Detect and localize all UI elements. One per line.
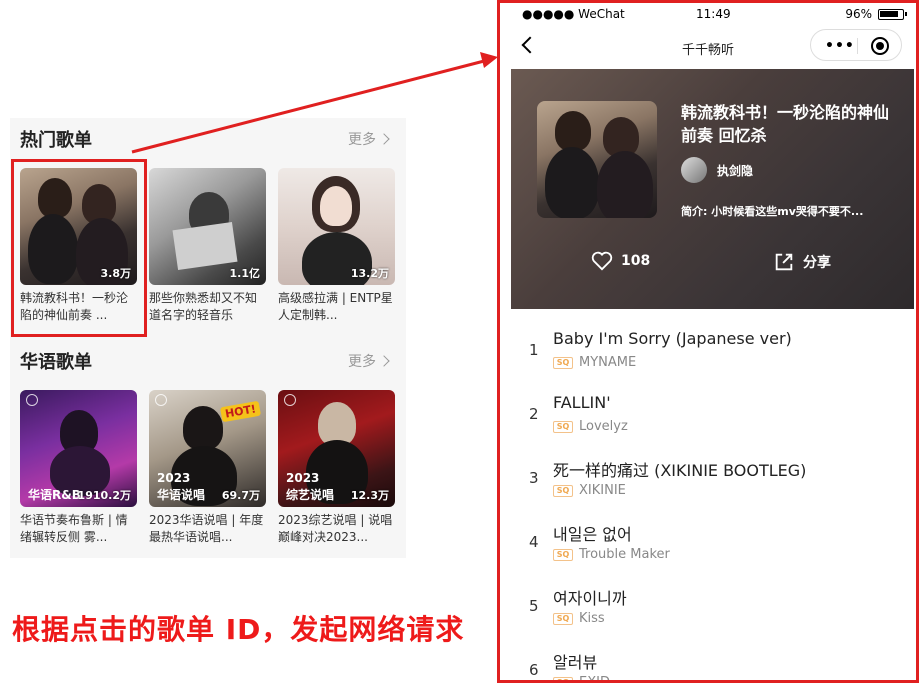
song-title: 여자이니까	[553, 589, 627, 608]
sq-badge: SQ	[553, 357, 573, 369]
more-dots-icon[interactable]: •••	[825, 38, 855, 54]
like-button[interactable]: 108	[591, 251, 650, 271]
share-button[interactable]: 分享	[773, 251, 831, 273]
hero-cover	[537, 101, 657, 218]
status-bar: ●●●●● WeChat 11:49 96%	[500, 3, 916, 25]
song-title: FALLIN'	[553, 393, 611, 412]
close-target-icon[interactable]	[871, 37, 889, 55]
song-index: 2	[529, 405, 539, 423]
song-index: 4	[529, 533, 539, 551]
battery-icon	[878, 9, 907, 20]
song-artist: Lovelyz	[579, 419, 628, 434]
song-artist: MYNAME	[579, 355, 637, 370]
sq-badge: SQ	[553, 485, 573, 497]
song-index: 5	[529, 597, 539, 615]
song-title: Baby I'm Sorry (Japanese ver)	[553, 329, 792, 348]
author-name: 执剑隐	[717, 164, 754, 178]
song-row[interactable]: 1 Baby I'm Sorry (Japanese ver) SQ MYNAM…	[511, 321, 914, 385]
arrow-line	[131, 58, 489, 154]
heart-icon	[591, 251, 613, 271]
signal-text: ●●●●● WeChat	[522, 7, 625, 21]
share-label: 分享	[803, 255, 831, 271]
song-row[interactable]: 5 여자이니까 SQ Kiss	[511, 577, 914, 641]
playlist-description[interactable]: 简介: 小时候看这些mv哭得不要不...	[681, 203, 891, 219]
sq-badge: SQ	[553, 549, 573, 561]
song-artist: EXID	[579, 675, 610, 683]
cover-figure	[597, 151, 653, 218]
sq-badge: SQ	[553, 613, 573, 625]
song-artist: Kiss	[579, 611, 605, 626]
cover-figure	[555, 111, 591, 151]
share-icon	[775, 253, 793, 271]
battery-percent: 96%	[845, 7, 872, 21]
miniapp-capsule: •••	[810, 29, 902, 61]
screenshot-stage: 热门歌单 更多 3.8万 韩流教科书！一秒沦陷的神仙前奏 ... 1.1亿 那些…	[0, 0, 921, 683]
cover-figure	[545, 147, 599, 218]
sq-badge: SQ	[553, 421, 573, 433]
song-index: 6	[529, 661, 539, 679]
arrow-head	[480, 52, 498, 68]
song-index: 1	[529, 341, 539, 359]
song-title: 死一样的痛过 (XIKINIE BOOTLEG)	[553, 461, 807, 480]
nav-bar: 千千畅听 •••	[500, 27, 916, 69]
phone-frame: ●●●●● WeChat 11:49 96% 千千畅听 ••• 韩流教科书！一秒…	[497, 0, 919, 683]
capsule-divider	[857, 38, 858, 54]
song-row[interactable]: 4 내일은 없어 SQ Trouble Maker	[511, 513, 914, 577]
avatar	[681, 157, 707, 183]
playlist-hero: 韩流教科书！一秒沦陷的神仙前奏 回忆杀 执剑隐 简介: 小时候看这些mv哭得不要…	[511, 69, 914, 309]
like-count: 108	[621, 253, 651, 269]
song-list: 1 Baby I'm Sorry (Japanese ver) SQ MYNAM…	[511, 321, 914, 683]
song-artist: Trouble Maker	[579, 547, 670, 562]
sq-badge: SQ	[553, 677, 573, 680]
song-title: 알러뷰	[553, 653, 598, 672]
song-index: 3	[529, 469, 539, 487]
clock: 11:49	[696, 7, 731, 21]
song-title: 내일은 없어	[553, 525, 632, 544]
song-row[interactable]: 2 FALLIN' SQ Lovelyz	[511, 385, 914, 449]
playlist-name: 韩流教科书！一秒沦陷的神仙前奏 回忆杀	[681, 103, 890, 145]
song-row[interactable]: 6 알러뷰 SQ EXID	[511, 641, 914, 683]
song-row[interactable]: 3 死一样的痛过 (XIKINIE BOOTLEG) SQ XIKINIE	[511, 449, 914, 513]
song-artist: XIKINIE	[579, 483, 626, 498]
